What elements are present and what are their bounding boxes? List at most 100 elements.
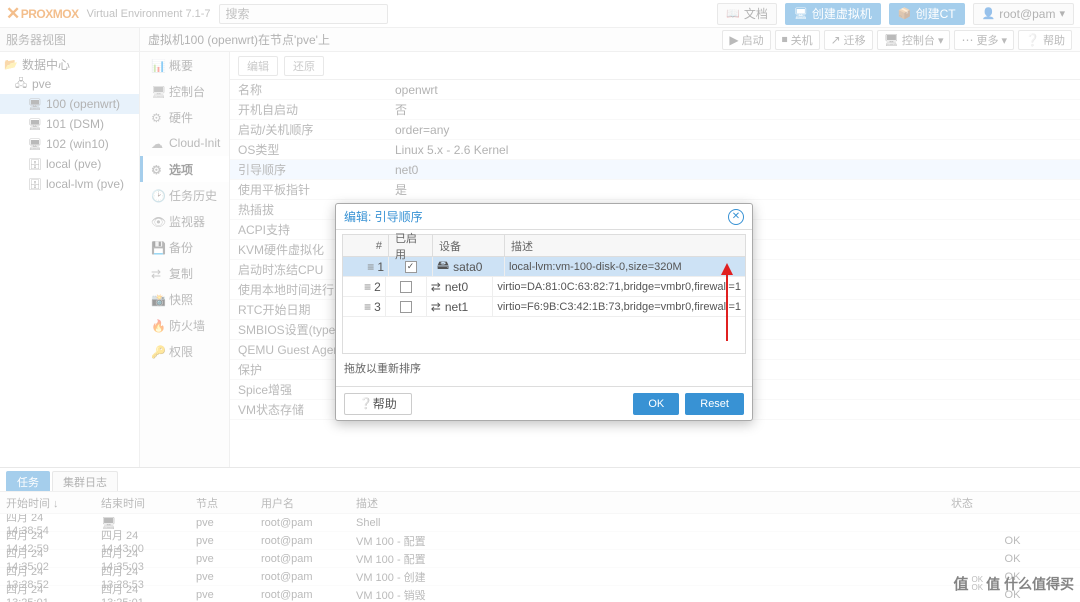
side-tab[interactable]: ⇄复制: [140, 260, 229, 286]
boot-order-row[interactable]: ≡ 3⇄net1virtio=F6:9B:C3:42:1B:73,bridge=…: [343, 297, 745, 317]
tab-icon: ☁: [151, 137, 163, 149]
enabled-checkbox[interactable]: [400, 281, 412, 293]
log-rows: 四月 24 14:38:54🖥pveroot@pamShell四月 24 14:…: [0, 514, 1080, 602]
tree-view-selector[interactable]: 服务器视图: [0, 28, 139, 52]
tree-label: 101 (DSM): [46, 117, 104, 131]
side-tab[interactable]: 🔥防火墙: [140, 312, 229, 338]
device-name: net1: [445, 300, 468, 314]
tab-label: 备份: [169, 239, 193, 256]
tree-item[interactable]: 📂数据中心: [0, 54, 139, 74]
drag-handle-icon[interactable]: ≡: [367, 260, 373, 274]
vm-action-button[interactable]: ⋯ 更多 ▾: [954, 30, 1014, 50]
tab-icon: 🕑: [151, 189, 163, 201]
create-ct-button[interactable]: 📦 创建CT: [889, 3, 965, 25]
row-index: 1: [377, 260, 384, 274]
action-icon: ⏹: [782, 32, 788, 47]
option-value: openwrt: [395, 83, 1080, 97]
tree-label: local (pve): [46, 157, 101, 171]
vm-action-button[interactable]: 🖥 控制台 ▾: [877, 30, 951, 50]
user-menu[interactable]: 👤 root@pam ▾: [973, 3, 1074, 25]
side-tab[interactable]: 📊概要: [140, 52, 229, 78]
tree-item[interactable]: 🖥102 (win10): [0, 134, 139, 154]
close-icon[interactable]: ✕: [728, 209, 744, 225]
tab-label: 权限: [169, 343, 193, 360]
vm-action-button[interactable]: ▶ 启动: [722, 30, 770, 50]
ok-button[interactable]: OK: [633, 393, 679, 415]
log-col-status[interactable]: 状态: [945, 492, 1080, 513]
log-col-start[interactable]: 开始时间 ↓: [0, 492, 95, 513]
option-row[interactable]: 使用平板指针是: [230, 180, 1080, 200]
side-tab[interactable]: ⚙选项: [140, 156, 229, 182]
vm-action-button[interactable]: ↗ 迁移: [824, 30, 873, 50]
action-icon: 🖥: [884, 33, 899, 47]
search-input[interactable]: [219, 4, 388, 24]
side-tab[interactable]: 🕑任务历史: [140, 182, 229, 208]
option-value: Linux 5.x - 2.6 Kernel: [395, 143, 1080, 157]
boot-order-row[interactable]: ≡ 2⇄net0virtio=DA:81:0C:63:82:71,bridge=…: [343, 277, 745, 297]
side-tab[interactable]: 🖥 控制台: [140, 78, 229, 104]
option-row[interactable]: OS类型Linux 5.x - 2.6 Kernel: [230, 140, 1080, 160]
tab-cluster-log[interactable]: 集群日志: [52, 471, 118, 491]
tab-label: 复制: [169, 265, 193, 282]
tree-item[interactable]: 🖧pve: [0, 74, 139, 94]
tab-icon: 🖥: [151, 85, 163, 97]
tree-item[interactable]: 🖥 101 (DSM): [0, 114, 139, 134]
tab-icon: 🔑: [151, 345, 163, 357]
tab-label: 快照: [169, 291, 193, 308]
log-row[interactable]: 四月 24 13:25:01四月 24 13:25:01pveroot@pamV…: [0, 586, 1080, 602]
side-tab[interactable]: 📸快照: [140, 286, 229, 312]
enabled-checkbox[interactable]: [400, 301, 412, 313]
vm-action-button[interactable]: ⏹ 关机: [775, 30, 820, 50]
grid-header: # 已启用 设备 描述: [343, 235, 745, 257]
edit-button[interactable]: 编辑: [238, 56, 278, 76]
side-tab-strip: 📊概要 🖥 控制台 ⚙硬件☁Cloud-Init⚙选项🕑任务历史👁监视器💾备份⇄复制📸…: [140, 52, 230, 467]
tab-tasks[interactable]: 任务: [6, 471, 50, 491]
help-button[interactable]: ❔ 帮助: [344, 393, 412, 415]
drag-handle-icon[interactable]: ≡: [364, 280, 370, 294]
tree-item[interactable]: 🖥100 (openwrt): [0, 94, 139, 114]
side-tab[interactable]: 👁监视器: [140, 208, 229, 234]
device-name: net0: [445, 280, 468, 294]
drag-handle-icon[interactable]: ≡: [364, 300, 370, 314]
breadcrumb-bar: 虚拟机100 (openwrt)在节点'pve'上 ▶ 启动⏹ 关机↗ 迁移🖥 …: [140, 28, 1080, 52]
side-tab[interactable]: ☁Cloud-Init: [140, 130, 229, 156]
tab-icon: 🔥: [151, 319, 163, 331]
log-col-node[interactable]: 节点: [190, 492, 255, 513]
reset-button[interactable]: Reset: [685, 393, 744, 415]
tab-label: 概要: [169, 57, 193, 74]
device-desc: virtio=DA:81:0C:63:82:71,bridge=vmbr0,fi…: [493, 277, 745, 296]
tree-label: 100 (openwrt): [46, 97, 120, 111]
option-row[interactable]: 名称openwrt: [230, 80, 1080, 100]
tree-item[interactable]: 🗄local (pve): [0, 154, 139, 174]
create-vm-button[interactable]: 🖥 创建虚拟机: [785, 3, 881, 25]
tab-label: 控制台: [169, 83, 205, 100]
action-icon: ↗: [831, 33, 841, 47]
tree-icon: 🖧: [14, 77, 28, 91]
docs-button[interactable]: 📖 文档: [717, 3, 777, 25]
dialog-title: 编辑: 引导顺序: [344, 208, 423, 225]
option-row[interactable]: 开机自启动否: [230, 100, 1080, 120]
option-key: 开机自启动: [230, 101, 395, 118]
log-tabs: 任务 集群日志: [0, 468, 1080, 492]
dialog-body: # 已启用 设备 描述 ≡ 1✓🖴sata0local-lvm:vm-100-d…: [336, 230, 752, 386]
option-row[interactable]: 启动/关机顺序order=any: [230, 120, 1080, 140]
option-value: 否: [395, 101, 1080, 118]
boot-order-dialog: 编辑: 引导顺序 ✕ # 已启用 设备 描述 ≡ 1✓🖴sata0local-l…: [335, 203, 753, 421]
enabled-checkbox[interactable]: ✓: [405, 261, 417, 273]
tree-icon: 🖥: [28, 117, 42, 131]
tab-icon: ⚙: [151, 163, 163, 175]
action-icon: ❔: [1025, 33, 1040, 47]
dialog-header[interactable]: 编辑: 引导顺序 ✕: [336, 204, 752, 230]
side-tab[interactable]: 💾备份: [140, 234, 229, 260]
log-col-desc[interactable]: 描述: [350, 492, 945, 513]
log-col-user[interactable]: 用户名: [255, 492, 350, 513]
boot-order-row[interactable]: ≡ 1✓🖴sata0local-lvm:vm-100-disk-0,size=3…: [343, 257, 745, 277]
revert-button[interactable]: 还原: [284, 56, 324, 76]
side-tab[interactable]: 🔑 权限: [140, 338, 229, 364]
log-col-end[interactable]: 结束时间: [95, 492, 190, 513]
side-tab[interactable]: ⚙硬件: [140, 104, 229, 130]
vm-action-button[interactable]: ❔ 帮助: [1018, 30, 1072, 50]
boot-order-grid: # 已启用 设备 描述 ≡ 1✓🖴sata0local-lvm:vm-100-d…: [342, 234, 746, 354]
option-row[interactable]: 引导顺序net0: [230, 160, 1080, 180]
tree-item[interactable]: 🗄local-lvm (pve): [0, 174, 139, 194]
